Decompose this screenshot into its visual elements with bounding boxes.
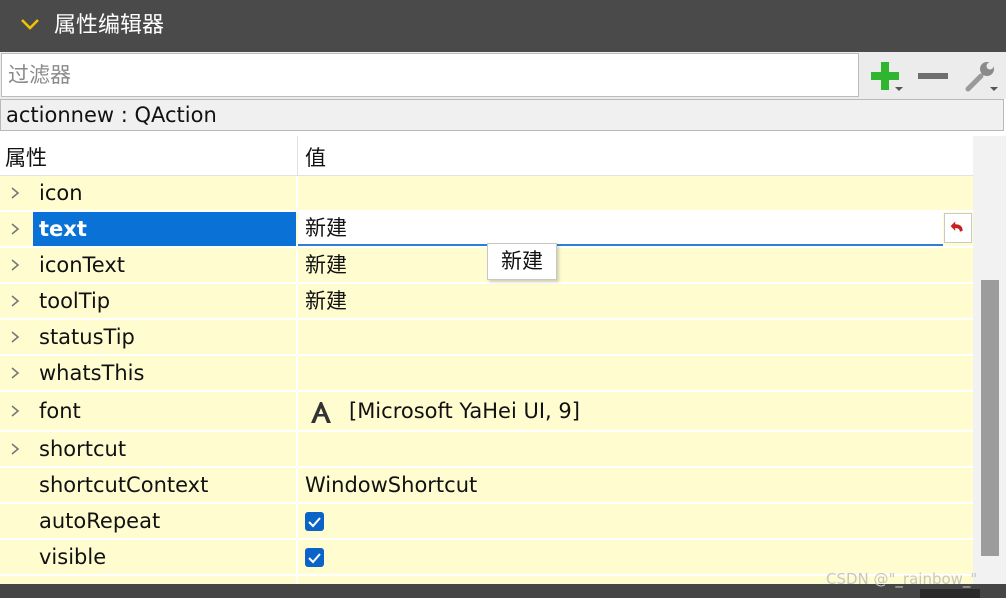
property-value[interactable]: WindowShortcut (305, 472, 477, 498)
filter-input[interactable] (1, 53, 859, 97)
property-name: shortcutContext (39, 473, 209, 497)
property-name: text (39, 217, 87, 241)
column-separator (296, 504, 298, 540)
vertical-scrollbar[interactable] (973, 136, 1006, 586)
property-name: statusTip (39, 325, 135, 349)
property-name: icon (39, 181, 83, 205)
table-header: 属性 值 (0, 136, 973, 176)
chevron-right-icon[interactable] (6, 255, 24, 275)
panel-titlebar: 属性编辑器 (0, 0, 1006, 52)
watermark: CSDN @"_rainbow_" (826, 570, 978, 588)
column-separator (296, 540, 298, 576)
column-separator (296, 432, 298, 468)
bottom-bar-segment (920, 589, 980, 598)
table-row[interactable]: statusTip (0, 320, 973, 356)
property-name: font (39, 399, 81, 423)
column-separator (296, 320, 298, 356)
header-separator (297, 136, 298, 176)
property-name: iconText (39, 253, 126, 277)
value-editor-text[interactable]: 新建 (305, 215, 347, 241)
chevron-right-icon[interactable] (6, 291, 24, 311)
chevron-right-icon[interactable] (6, 183, 24, 203)
property-name: whatsThis (39, 361, 145, 385)
value-editor[interactable]: 新建 (298, 212, 943, 246)
checkbox-visible[interactable] (305, 548, 324, 567)
table-row[interactable]: whatsThis (0, 356, 973, 392)
table-row[interactable]: font [Microsoft YaHei UI, 9] (0, 392, 973, 432)
column-separator (296, 356, 298, 392)
remove-minus-icon[interactable] (915, 58, 951, 94)
table-row[interactable]: icon (0, 176, 973, 212)
check-icon (308, 553, 321, 564)
object-class-label: actionnew : QAction (0, 99, 1004, 131)
add-plus-icon[interactable] (867, 58, 903, 94)
header-property: 属性 (5, 146, 47, 170)
property-value[interactable]: [Microsoft YaHei UI, 9] (349, 398, 580, 424)
column-separator (296, 468, 298, 504)
chevron-right-icon[interactable] (6, 327, 24, 347)
scrollbar-thumb[interactable] (981, 280, 999, 556)
chevron-right-icon[interactable] (6, 439, 24, 459)
table-row[interactable]: shortcutContext WindowShortcut (0, 468, 973, 504)
checkbox-autorepeat[interactable] (305, 512, 324, 531)
chevron-right-icon[interactable] (6, 363, 24, 383)
property-table: 属性 值 icon text 新建 iconText 新建 toolTip 新建… (0, 136, 973, 586)
chevron-right-icon[interactable] (6, 219, 24, 239)
property-name: autoRepeat (39, 509, 161, 533)
table-row[interactable]: toolTip 新建 (0, 284, 973, 320)
header-value: 值 (305, 146, 326, 170)
chevron-right-icon[interactable] (6, 401, 24, 421)
chevron-down-icon[interactable] (18, 12, 42, 36)
property-value[interactable]: 新建 (305, 288, 347, 314)
value-tooltip: 新建 (487, 243, 557, 280)
filter-toolbar (0, 52, 1006, 99)
table-row[interactable]: autoRepeat (0, 504, 973, 540)
check-icon (308, 517, 321, 528)
property-name: toolTip (39, 289, 111, 313)
column-separator (296, 248, 298, 284)
panel-title: 属性编辑器 (54, 13, 165, 38)
wrench-icon[interactable] (962, 58, 998, 94)
font-icon (311, 402, 331, 423)
property-name: shortcut (39, 437, 127, 461)
reset-arrow-icon (950, 221, 963, 232)
table-row[interactable]: shortcut (0, 432, 973, 468)
column-separator (296, 284, 298, 320)
property-name: visible (39, 545, 107, 569)
reset-button[interactable] (944, 213, 972, 243)
property-value[interactable]: 新建 (305, 252, 347, 278)
column-separator (296, 176, 298, 212)
column-separator (296, 392, 298, 432)
